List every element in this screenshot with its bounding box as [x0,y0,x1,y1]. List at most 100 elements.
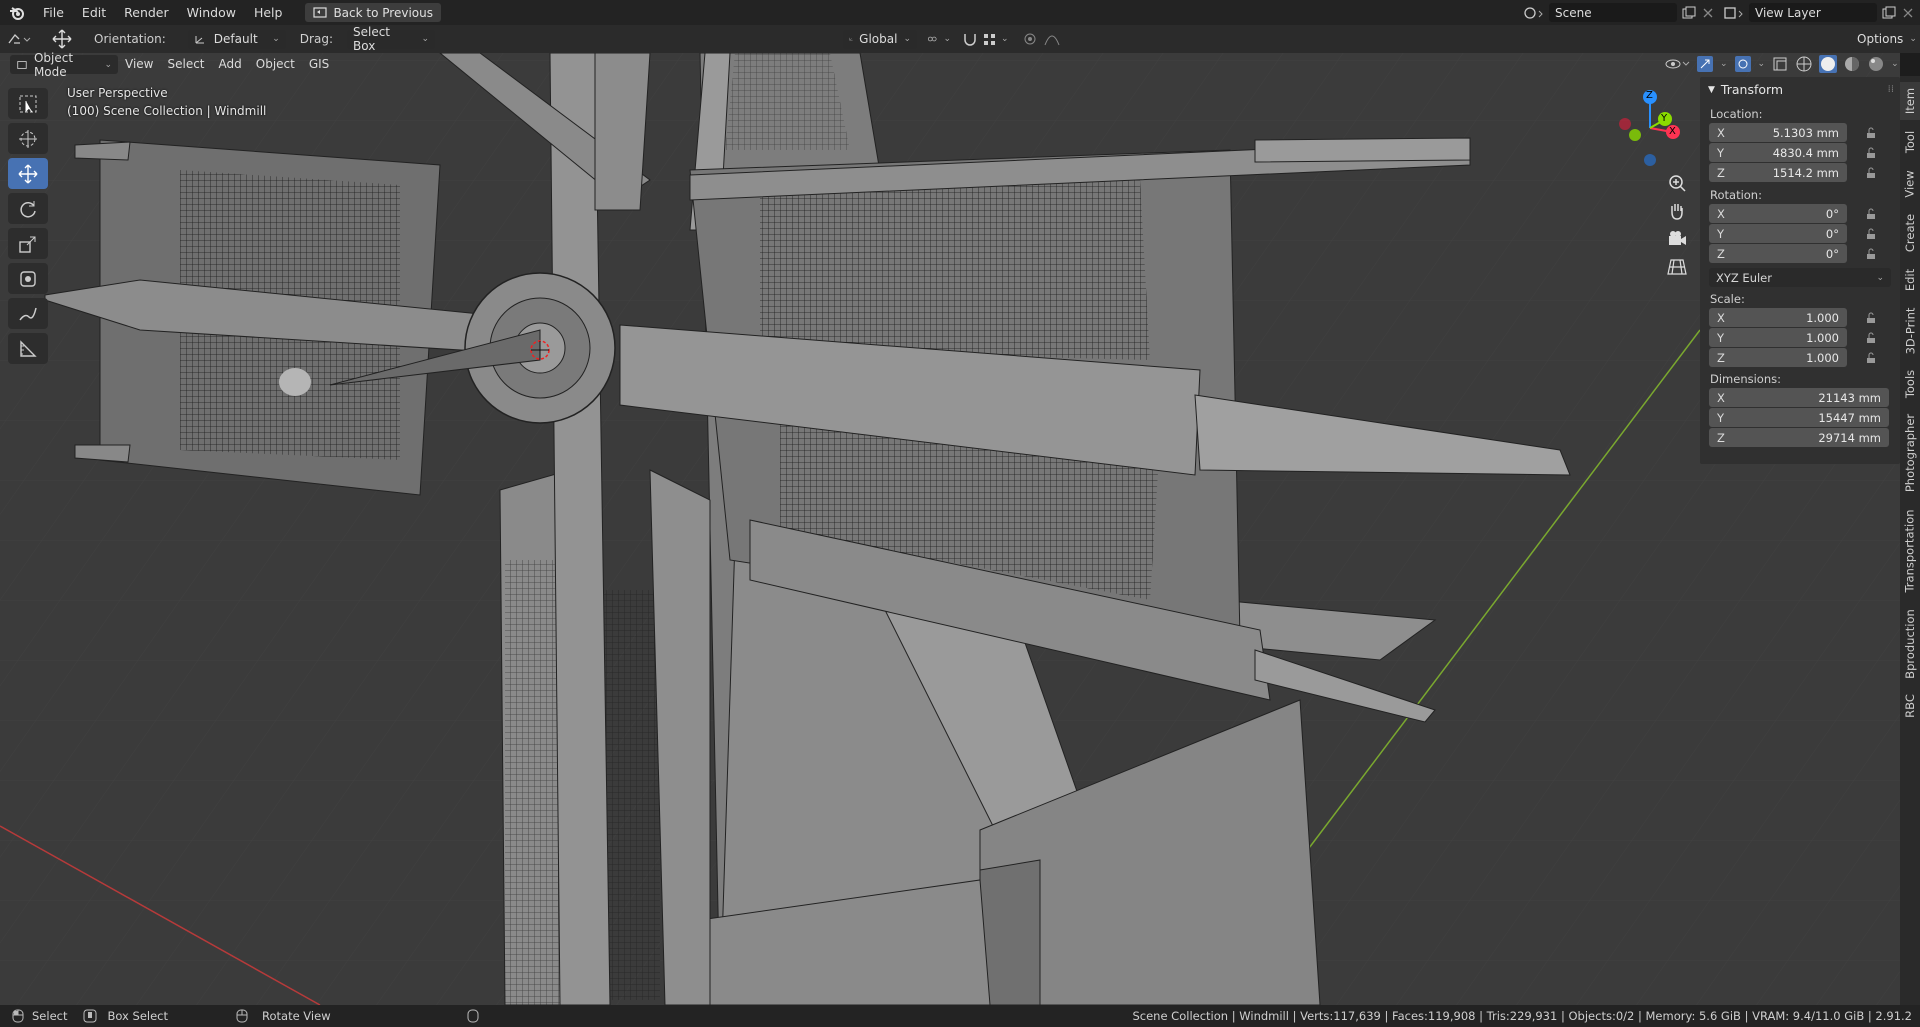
xray-icon[interactable] [1771,55,1789,73]
duplicate-scene-icon[interactable] [1681,5,1697,21]
transform-tool[interactable] [8,263,48,294]
material-shading-icon[interactable] [1843,55,1861,73]
snap-increment-icon[interactable] [981,31,999,47]
snap-icon[interactable] [961,31,979,47]
rotation-mode-dropdown[interactable]: XYZ Euler ⌄ [1709,268,1891,287]
viewport-menu-add[interactable]: Add [212,52,249,77]
annotate-icon [19,307,37,320]
zoom-icon[interactable] [1666,172,1688,194]
scale-z-field[interactable]: Z 1.000 [1709,348,1847,367]
tab-edit[interactable]: Edit [1900,262,1920,298]
scene-selector[interactable]: Scene [1523,3,1715,22]
location-x-field[interactable]: X 5.1303 mm [1709,123,1847,142]
tab-rbc[interactable]: RBC [1900,688,1920,724]
rendered-shading-icon[interactable] [1867,55,1885,73]
rotate-tool[interactable] [8,193,48,224]
gizmo-y-label: Y [1661,113,1668,124]
tab-transportation[interactable]: Transportation [1900,502,1920,600]
lower-sail-mesh [505,560,560,1005]
tab-tool[interactable]: Tool [1900,124,1920,160]
scale-y-field[interactable]: Y 1.000 [1709,328,1847,347]
tab-item[interactable]: Item [1900,82,1920,120]
viewport-menu-gis[interactable]: GIS [302,52,336,77]
3d-viewport[interactable] [0,53,1900,1005]
lock-icon[interactable] [1865,228,1877,240]
annotate-tool[interactable] [8,298,48,329]
gizmo-neg-x[interactable] [1619,118,1631,130]
upper-strut-2 [594,53,651,211]
menu-help[interactable]: Help [245,0,292,25]
cursor-tool[interactable] [8,123,48,154]
camera-icon[interactable] [1666,228,1688,250]
view-layer-name-field[interactable]: View Layer [1749,3,1877,22]
tab-3d-print[interactable]: 3D-Print [1900,302,1920,360]
lock-icon[interactable] [1865,208,1877,220]
menu-render[interactable]: Render [115,0,178,25]
tab-create[interactable]: Create [1900,208,1920,258]
menu-window[interactable]: Window [178,0,245,25]
drag-dropdown[interactable]: Select Box ⌄ [346,25,435,53]
rotation-z-field[interactable]: Z 0° [1709,244,1847,263]
menu-file[interactable]: File [34,0,73,25]
lock-icon[interactable] [1865,147,1877,159]
location-z-field[interactable]: Z 1514.2 mm [1709,163,1847,182]
lock-icon[interactable] [1865,332,1877,344]
falloff-icon[interactable] [1043,31,1061,47]
left-sail-tip-top [74,141,131,161]
dimensions-y-field[interactable]: Y 15447 mm [1709,408,1889,427]
lock-icon[interactable] [1865,352,1877,364]
dimensions-x-field[interactable]: X 21143 mm [1709,388,1889,407]
move-tool-icon[interactable] [50,28,74,50]
menu-edit[interactable]: Edit [73,0,115,25]
dimensions-label: Dimensions: [1710,372,1781,386]
visibility-icon[interactable] [1664,55,1690,73]
rotation-x-field[interactable]: X 0° [1709,204,1847,223]
solid-shading-icon[interactable] [1819,55,1838,73]
close-scene-icon[interactable] [1701,6,1715,20]
dimensions-z-field[interactable]: Z 29714 mm [1709,428,1889,447]
editor-type-selector[interactable] [0,31,38,47]
view-layer-selector[interactable]: View Layer [1723,3,1915,22]
rotation-y-field[interactable]: Y 0° [1709,224,1847,243]
viewport-menu-object[interactable]: Object [249,52,302,77]
scale-x-field[interactable]: X 1.000 [1709,308,1847,327]
proportional-editing-icon[interactable] [1021,31,1039,47]
back-to-previous-button[interactable]: Back to Previous [305,3,441,22]
overlays-icon[interactable] [1734,55,1752,73]
orientation-dropdown[interactable]: Default ⌄ [187,29,286,49]
viewport-menu-view[interactable]: View [118,52,160,77]
transform-orientation-dropdown[interactable]: Global ⌄ [842,29,917,49]
gizmo-toggle-icon[interactable] [1696,55,1714,73]
transform-panel-header[interactable]: ▼ Transform ⁞⁞ [1700,77,1900,102]
scene-name-field[interactable]: Scene [1549,3,1677,22]
wireframe-shading-icon[interactable] [1795,55,1813,73]
pivot-point-dropdown[interactable]: ⌄ [921,30,957,49]
gizmo-neg-y[interactable] [1629,129,1641,141]
lock-icon[interactable] [1865,167,1877,179]
tab-tools[interactable]: Tools [1900,364,1920,404]
scale-tool[interactable] [8,228,48,259]
gizmo-neg-z[interactable] [1644,154,1656,166]
tab-bproduction[interactable]: Bproduction [1900,604,1920,684]
lock-icon[interactable] [1865,127,1877,139]
perspective-grid-icon[interactable] [1666,256,1688,278]
hand-pan-icon[interactable] [1666,200,1688,222]
move-tool[interactable] [8,158,48,189]
tab-photographer[interactable]: Photographer [1900,408,1920,498]
drag-handle-icon[interactable]: ⁞⁞ [1888,84,1894,95]
navigation-gizmo[interactable]: Z X Y [1614,88,1688,171]
duplicate-view-layer-icon[interactable] [1881,5,1897,21]
select-box-tool[interactable] [8,88,48,119]
options-dropdown[interactable]: Options ⌄ [1851,29,1917,49]
tab-view[interactable]: View [1900,164,1920,204]
balcony-rail [979,859,1041,1005]
object-mode-dropdown[interactable]: Object Mode ⌄ [10,51,118,79]
lock-icon[interactable] [1865,312,1877,324]
close-view-layer-icon[interactable] [1901,6,1915,20]
measure-tool[interactable] [8,333,48,364]
location-y-field[interactable]: Y 4830.4 mm [1709,143,1847,162]
blender-logo-icon[interactable] [0,0,34,25]
viewport-menu-select[interactable]: Select [160,52,211,77]
lock-icon[interactable] [1865,248,1877,260]
screen-icon [313,6,328,18]
